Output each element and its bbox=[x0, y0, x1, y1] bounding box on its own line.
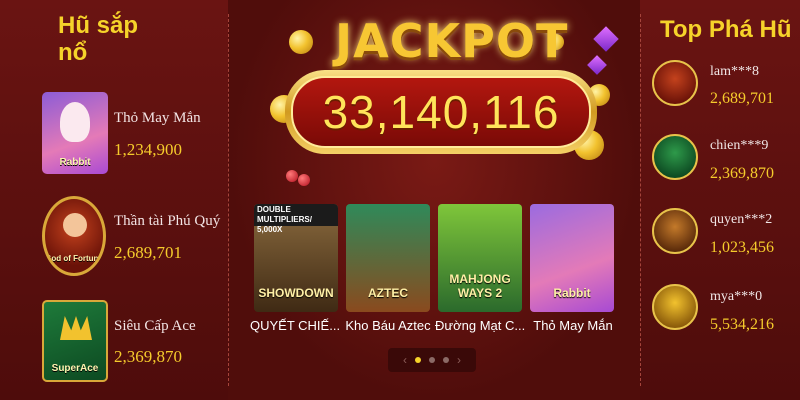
game-jackpot-value: 1,234,900 bbox=[114, 140, 182, 159]
winner-amount: 2,689,701 bbox=[710, 90, 774, 107]
thumb-label: Rabbit bbox=[59, 157, 91, 168]
winner-amount: 1,023,456 bbox=[710, 239, 774, 256]
carousel-pager: ‹ › bbox=[388, 348, 476, 372]
coin-icon bbox=[289, 30, 313, 54]
thumb-label: SuperAce bbox=[51, 363, 99, 374]
winner-username: chien***9 bbox=[710, 138, 769, 153]
winner-username: lam***8 bbox=[710, 64, 759, 79]
winner-amount: 5,534,216 bbox=[710, 316, 774, 333]
card-title[interactable]: Thỏ May Mắn bbox=[528, 318, 618, 333]
winner-avatar bbox=[652, 60, 698, 106]
right-divider bbox=[640, 14, 641, 386]
card-art-label: SHOWDOWN bbox=[258, 286, 334, 300]
jackpot-frame: 33,140,116 bbox=[285, 70, 597, 154]
right-panel-title: Top Phá Hũ bbox=[660, 16, 792, 43]
pager-dot[interactable] bbox=[415, 357, 421, 363]
winner-username: mya***0 bbox=[710, 289, 763, 304]
multiplier-badge: DOUBLE MULTIPLIERS/ 5,000X bbox=[254, 204, 338, 234]
game-card-mahjong[interactable]: MAHJONG WAYS 2 bbox=[438, 204, 522, 312]
joker-hat-icon bbox=[60, 316, 92, 340]
left-divider bbox=[228, 14, 229, 386]
game-name[interactable]: Thỏ May Mắn bbox=[114, 110, 201, 127]
cherry-icon bbox=[286, 170, 298, 182]
game-jackpot-value: 2,369,870 bbox=[114, 347, 182, 366]
card-art-label: MAHJONG WAYS 2 bbox=[449, 272, 511, 300]
winner-amount: 2,369,870 bbox=[710, 165, 774, 182]
game-jackpot-value: 2,689,701 bbox=[114, 243, 182, 262]
winner-avatar bbox=[652, 134, 698, 180]
game-thumb-super-ace[interactable]: SuperAce bbox=[42, 300, 108, 382]
card-title[interactable]: Kho Báu Aztec bbox=[343, 318, 433, 333]
jackpot-title: JACKPOT bbox=[335, 14, 569, 68]
chevron-right-icon[interactable]: › bbox=[457, 353, 461, 367]
card-title[interactable]: QUYẾT CHIẾ... bbox=[250, 318, 340, 333]
winner-avatar bbox=[652, 284, 698, 330]
chevron-left-icon[interactable]: ‹ bbox=[403, 353, 407, 367]
card-art-label: Rabbit bbox=[553, 286, 591, 300]
jackpot-amount: 33,140,116 bbox=[322, 86, 560, 138]
game-name[interactable]: Siêu Cấp Ace bbox=[114, 318, 196, 335]
game-thumb-fortune-god[interactable]: God of Fortune bbox=[42, 196, 106, 276]
cherry-icon bbox=[298, 174, 310, 186]
card-title[interactable]: Đường Mạt C... bbox=[435, 318, 525, 333]
winner-avatar bbox=[652, 208, 698, 254]
winner-username: quyen***2 bbox=[710, 212, 773, 227]
game-card-aztec[interactable]: AZTEC bbox=[346, 204, 430, 312]
pager-dot[interactable] bbox=[429, 357, 435, 363]
game-card-rabbit[interactable]: Rabbit bbox=[530, 204, 614, 312]
rabbit-icon bbox=[60, 102, 90, 142]
card-art-label: AZTEC bbox=[368, 286, 408, 300]
game-name[interactable]: Thần tài Phú Quý bbox=[114, 213, 220, 230]
game-card-showdown[interactable]: DOUBLE MULTIPLIERS/ 5,000X SHOWDOWN bbox=[254, 204, 338, 312]
pager-dot[interactable] bbox=[443, 357, 449, 363]
left-panel-title: Hũ sắp nổ bbox=[58, 12, 139, 66]
game-thumb-rabbit[interactable]: Rabbit bbox=[42, 92, 108, 174]
fortune-god-icon bbox=[63, 213, 87, 237]
thumb-label: God of Fortune bbox=[45, 254, 103, 263]
right-panel bbox=[640, 0, 800, 400]
